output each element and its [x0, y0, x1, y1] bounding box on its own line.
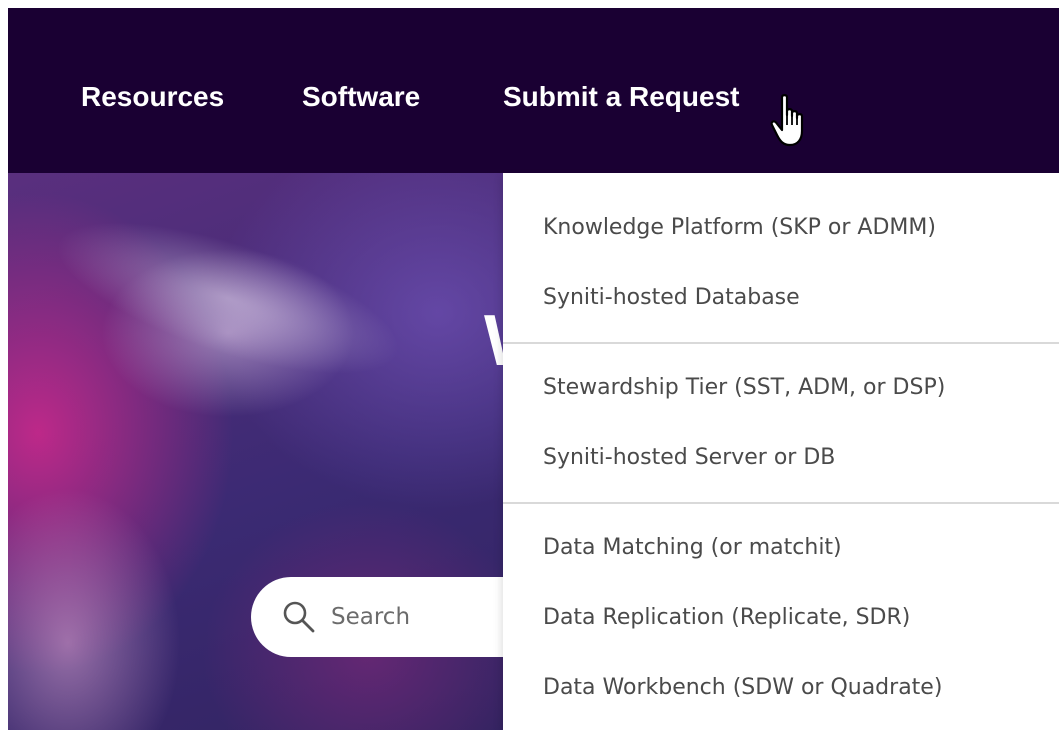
hero-smoke-decoration: [39, 190, 417, 406]
top-navbar: Resources Software Submit a Request: [8, 8, 1059, 173]
search-input[interactable]: [331, 601, 531, 633]
submit-request-dropdown-menu: Knowledge Platform (SKP or ADMM) Syniti-…: [503, 173, 1059, 730]
menu-item-data-workbench[interactable]: Data Workbench (SDW or Quadrate): [543, 673, 942, 703]
menu-item-syniti-hosted-server[interactable]: Syniti-hosted Server or DB: [543, 443, 835, 473]
menu-item-data-replication[interactable]: Data Replication (Replicate, SDR): [543, 603, 910, 633]
nav-item-submit-request[interactable]: Submit a Request: [503, 80, 739, 114]
menu-item-knowledge-platform[interactable]: Knowledge Platform (SKP or ADMM): [543, 213, 936, 243]
hand-pointer-icon: [770, 94, 804, 147]
menu-item-syniti-hosted-database[interactable]: Syniti-hosted Database: [543, 283, 800, 313]
menu-divider: [503, 502, 1059, 504]
page: Resources Software Submit a Request W Kn…: [0, 0, 1059, 730]
menu-divider: [503, 342, 1059, 344]
nav-item-software[interactable]: Software: [302, 80, 420, 114]
menu-item-data-matching[interactable]: Data Matching (or matchit): [543, 533, 842, 563]
search-icon[interactable]: [281, 599, 317, 635]
menu-item-stewardship-tier[interactable]: Stewardship Tier (SST, ADM, or DSP): [543, 373, 945, 403]
nav-item-resources[interactable]: Resources: [81, 80, 224, 114]
